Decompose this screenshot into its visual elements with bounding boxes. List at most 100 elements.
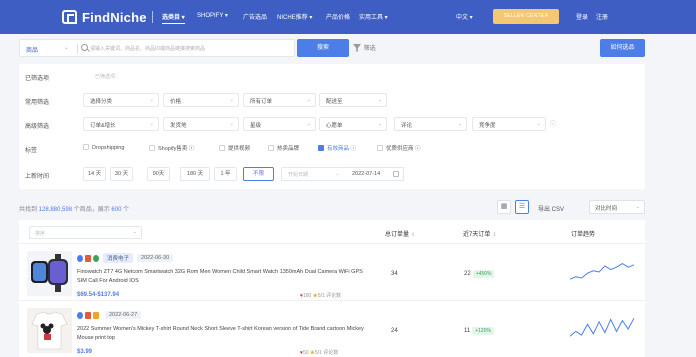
nav-divider (152, 11, 153, 23)
results-shown-count: 600 (111, 207, 122, 213)
product-badges: 2022-06-27 (77, 310, 142, 320)
ship-to-select[interactable]: 配送至 ⌄ (319, 93, 387, 107)
header-orders-7d-label: 近7天订单 (463, 232, 491, 238)
water-drop-icon (77, 254, 83, 262)
language-selector[interactable]: 中文 ▾ (456, 12, 473, 21)
chevron-down-icon: ⌄ (536, 121, 541, 127)
grid-view-button[interactable]: ▦ (497, 200, 511, 214)
table-row[interactable]: 消费电子 2022-06-30 Finowatch ZT7 4G Netcom … (19, 245, 645, 301)
orders-growth-select[interactable]: 订单&增长 ⌄ (83, 117, 159, 131)
header-order-trend: 订单趋势 (571, 232, 596, 238)
list-view-icon: ☰ (518, 203, 526, 210)
nav-item-category[interactable]: 选类目 ▾ (162, 12, 185, 24)
chevron-down-icon: ⌄ (635, 204, 640, 210)
rating-text: 5/1 评论数 (317, 293, 342, 299)
info-icon[interactable]: ⓘ (550, 119, 556, 128)
date-start: 开始日期 (288, 172, 309, 178)
export-csv-button[interactable]: 导出 CSV (538, 204, 564, 213)
tag-dropshipping[interactable]: Dropshipping (83, 144, 124, 151)
grid-view-icon: ▦ (500, 203, 508, 210)
growth-badge: +450% (472, 270, 495, 278)
chevron-down-icon: ⌄ (64, 45, 70, 51)
findniche-logo[interactable]: FindNiche (62, 9, 147, 25)
tag-shopify[interactable]: Shopify售卖 ⓘ (149, 144, 194, 152)
how-to-select-button[interactable]: 如何选品 (600, 39, 645, 57)
product-title[interactable]: Finowatch ZT7 4G Netcom Smartwatch 32G R… (77, 268, 367, 286)
time-unlimited-button[interactable]: 不限 (243, 167, 274, 181)
findniche-logo-icon (62, 10, 77, 24)
product-title[interactable]: 2022 Summer Women's Mickey T-shirt Round… (77, 325, 367, 343)
calendar-icon (393, 171, 399, 177)
time-90d-button[interactable]: 90天 (147, 167, 170, 181)
chevron-down-icon: ⌄ (149, 121, 154, 127)
rating-select-label: 星级 (250, 123, 262, 129)
ship-from-select-label: 发货地 (170, 123, 187, 129)
advanced-filters-row: 高级筛选 订单&增长 ⌄ 发货地 ⌄ 星级 ⌄ 心愿单 ⌄ 评论 ⌄ 竞争度 ⌄ ⓘ (19, 115, 645, 135)
tag-valid-product[interactable]: 有效商品 ⓘ (318, 144, 356, 152)
chevron-down-icon: ⌄ (229, 97, 234, 103)
order-trend-sparkline (569, 317, 635, 337)
wishlist-count: 50 (302, 350, 309, 356)
price-select[interactable]: 价格 ⌄ (163, 93, 239, 107)
product-thumbnail[interactable] (27, 308, 72, 353)
table-row[interactable]: 2022-06-27 2022 Summer Women's Mickey T-… (19, 302, 645, 357)
nav-item-ad-products[interactable]: 广告选品 (243, 12, 267, 21)
arrow-right-icon: → (334, 171, 339, 177)
search-button[interactable]: 搜索 (297, 39, 349, 57)
header-total-orders[interactable]: 总订单量 ⇕ (385, 229, 415, 238)
product-badges: 消费电子 2022-06-30 (77, 253, 174, 263)
time-1y-button[interactable]: 1 年 (214, 167, 237, 181)
search-input[interactable]: 请输入关键词、商品名、商品ID或商品链接搜索商品 (90, 45, 205, 52)
tag-hot-brand[interactable]: 热卖品牌 (268, 144, 299, 152)
nav-item-shopify[interactable]: SHOPIFY ▾ (197, 12, 228, 19)
product-thumbnail[interactable] (27, 251, 72, 296)
product-meta: ♥50 ★5/1 评论数 (300, 349, 338, 356)
orders-select[interactable]: 所有订单 ⌄ (243, 93, 316, 107)
growth-badge: +120% (472, 327, 494, 335)
tag-valid-product-label: 有效商品 ⓘ (327, 146, 357, 152)
search-box[interactable]: 商品 ⌄ 请输入关键词、商品名、商品ID或商品链接搜索商品 (19, 39, 295, 57)
listing-date: 2022-06-30 (137, 254, 174, 262)
filter-panel: 已筛选项 已筛选项： 常用筛选 选择分类 ⌄ 价格 ⌄ 所有订单 ⌄ 配送至 ⌄ 高级筛… (19, 64, 645, 189)
seller-center-button[interactable]: SELLER CENTER (493, 9, 559, 24)
rating-select[interactable]: 星级 ⌄ (243, 117, 316, 131)
checkbox-icon (149, 145, 155, 151)
date-range-picker[interactable]: 开始日期 → 2022-07-14 (281, 167, 404, 181)
orders-7d-value: 22 (464, 271, 471, 277)
tag-quality-supplier-label: 优质供应商 ⓘ (386, 146, 421, 152)
verified-icon (93, 254, 99, 262)
nav-item-niche[interactable]: NICHE推荐 ▾ (277, 12, 312, 21)
search-scope-select[interactable]: 商品 (26, 45, 38, 54)
results-total: 共找到 128,880,598 个商品，展示 600 个 (19, 204, 129, 213)
advanced-filters-label: 高级筛选 (25, 124, 50, 130)
shop-icon (85, 254, 91, 262)
list-view-button[interactable]: ☰ (515, 200, 529, 214)
wishlist-select[interactable]: 心愿单 ⌄ (319, 117, 387, 131)
login-link[interactable]: 登录 (576, 12, 588, 21)
sort-select[interactable]: 排序 ⌄ (29, 226, 142, 239)
results-total-suffix: 个 (121, 207, 130, 213)
header-orders-7d[interactable]: 近7天订单 ⇕ (463, 229, 497, 238)
tag-video[interactable]: 提供视频 (219, 144, 250, 152)
nav-item-tools[interactable]: 实用工具 ▾ (359, 12, 388, 21)
selected-filters-label: 已筛选项 (25, 76, 50, 82)
category-tag[interactable]: 消费电子 (103, 253, 134, 263)
product-meta: ♥180 ★5/1 评论数 (300, 292, 341, 299)
time-30d-button[interactable]: 30 天 (110, 167, 133, 181)
checkbox-icon (268, 145, 274, 151)
filter-link[interactable]: 筛选 (353, 43, 376, 53)
listing-time-label: 上新时间 (25, 174, 50, 180)
tag-shopify-label: Shopify售卖 ⓘ (158, 146, 195, 152)
tags-row: 标签 Dropshipping Shopify售卖 ⓘ 提供视频 热卖品牌 有效… (19, 139, 645, 159)
tag-quality-supplier[interactable]: 优质供应商 ⓘ (377, 144, 421, 152)
common-filters-label: 常用筛选 (25, 100, 50, 106)
register-link[interactable]: 注册 (596, 12, 608, 21)
nav-item-price[interactable]: 产品价格 (326, 12, 350, 21)
compare-time-select[interactable]: 对比时间 ⌄ (589, 200, 645, 214)
competition-select[interactable]: 竞争度 ⌄ (472, 117, 546, 131)
reviews-select[interactable]: 评论 ⌄ (394, 117, 467, 131)
ship-from-select[interactable]: 发货地 ⌄ (163, 117, 239, 131)
time-180d-button[interactable]: 180 天 (180, 167, 210, 181)
time-14d-button[interactable]: 14 天 (83, 167, 106, 181)
category-select[interactable]: 选择分类 ⌄ (83, 93, 159, 107)
